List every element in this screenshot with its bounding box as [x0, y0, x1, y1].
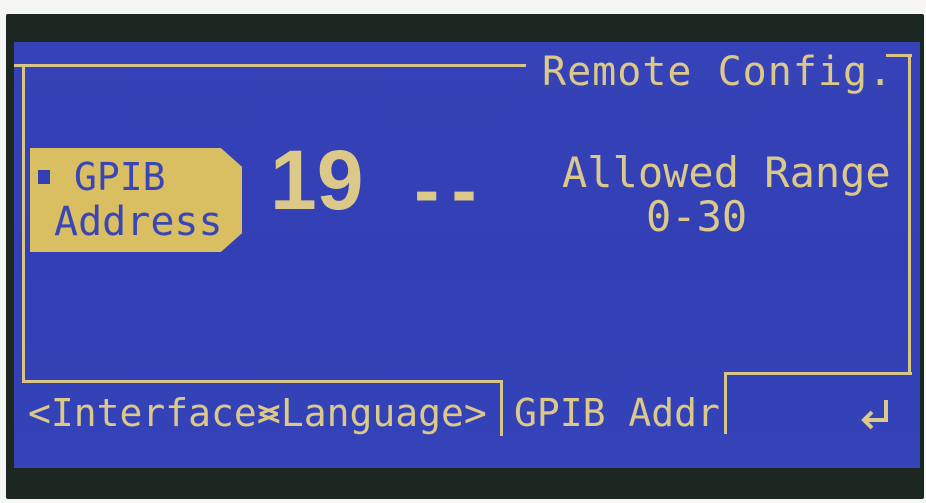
- field-label-line1: GPIB: [74, 155, 166, 199]
- frame-bottom-rule: [22, 380, 502, 383]
- softkey-language[interactable]: <Language>: [258, 394, 487, 432]
- lcd-screen: Remote Config. GPIB Address 19 -- Allowe…: [14, 42, 920, 468]
- gpib-address-value[interactable]: 19: [270, 138, 363, 222]
- softkey-gpib-addr[interactable]: GPIB Addr: [514, 394, 720, 432]
- field-label-line2: Address: [54, 199, 223, 245]
- photo-frame: Remote Config. GPIB Address 19 -- Allowe…: [0, 0, 926, 503]
- allowed-range-value: 0-30: [646, 192, 748, 241]
- screen-title: Remote Config.: [542, 49, 894, 95]
- softkey-divider-right: [724, 372, 727, 434]
- selection-marker-icon: [38, 170, 50, 184]
- frame-left-rule: [22, 64, 25, 382]
- frame-top-rule-left: [14, 64, 526, 67]
- edit-cursor: --: [408, 156, 483, 229]
- softkey-interface[interactable]: <Interface>: [28, 394, 280, 432]
- allowed-range-label: Allowed Range: [562, 148, 891, 197]
- enter-return-icon[interactable]: [856, 396, 896, 436]
- softkey-frame-top: [726, 372, 912, 375]
- softkey-divider-left: [500, 380, 503, 436]
- frame-right-rule: [908, 54, 911, 374]
